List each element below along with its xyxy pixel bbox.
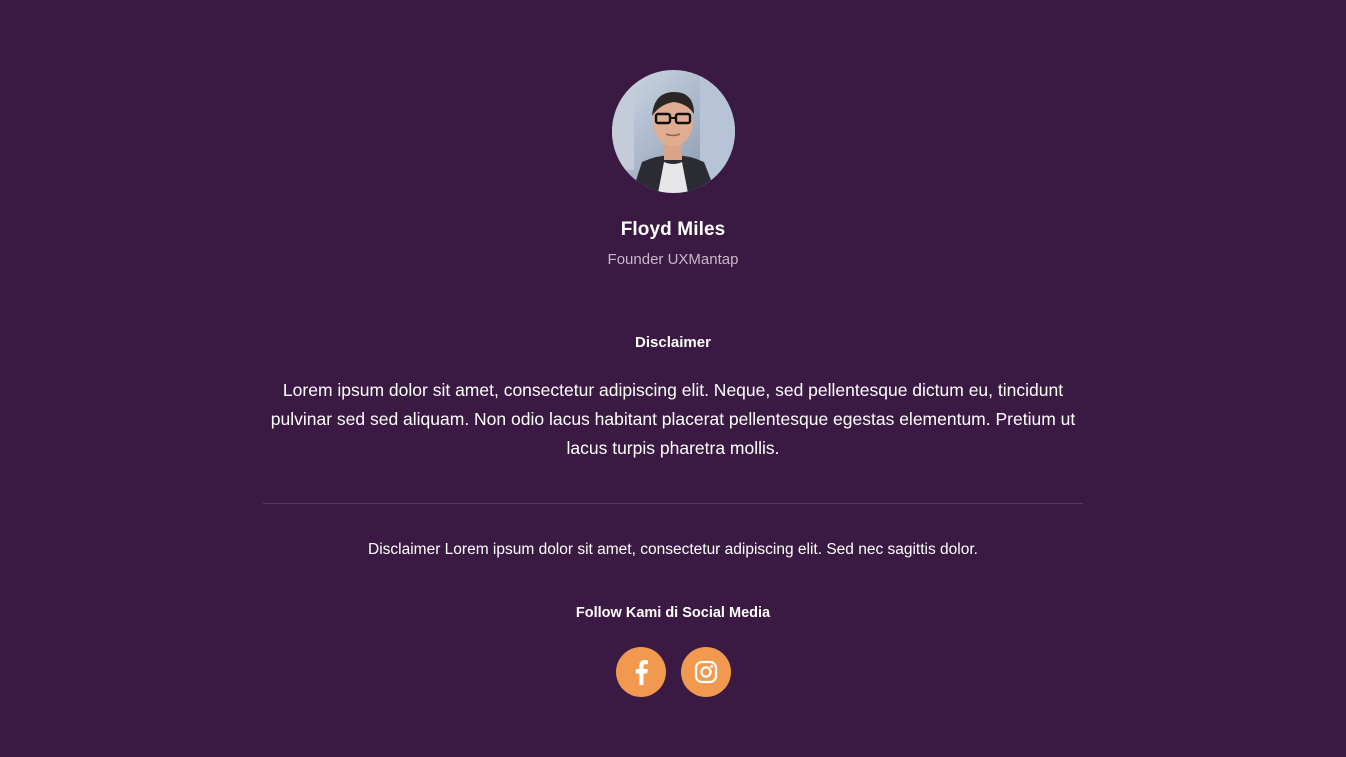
avatar-photo-icon: [612, 70, 735, 193]
social-media-title: Follow Kami di Social Media: [575, 605, 771, 621]
profile-card-page: Floyd Miles Founder UXMantap Disclaimer …: [0, 0, 1346, 757]
profile-role: Founder UXMantap: [607, 251, 739, 268]
instagram-button[interactable]: [681, 647, 731, 697]
disclaimer-title: Disclaimer: [635, 334, 711, 351]
facebook-icon: [635, 660, 648, 685]
disclaimer-body: Lorem ipsum dolor sit amet, consectetur …: [270, 380, 1076, 458]
instagram-icon: [694, 660, 718, 684]
profile-name: Floyd Miles: [620, 219, 726, 240]
avatar: [612, 70, 735, 193]
divider: [263, 503, 1083, 504]
facebook-button[interactable]: [616, 647, 666, 697]
footer-disclaimer-text: Disclaimer Lorem ipsum dolor sit amet, c…: [368, 541, 978, 558]
